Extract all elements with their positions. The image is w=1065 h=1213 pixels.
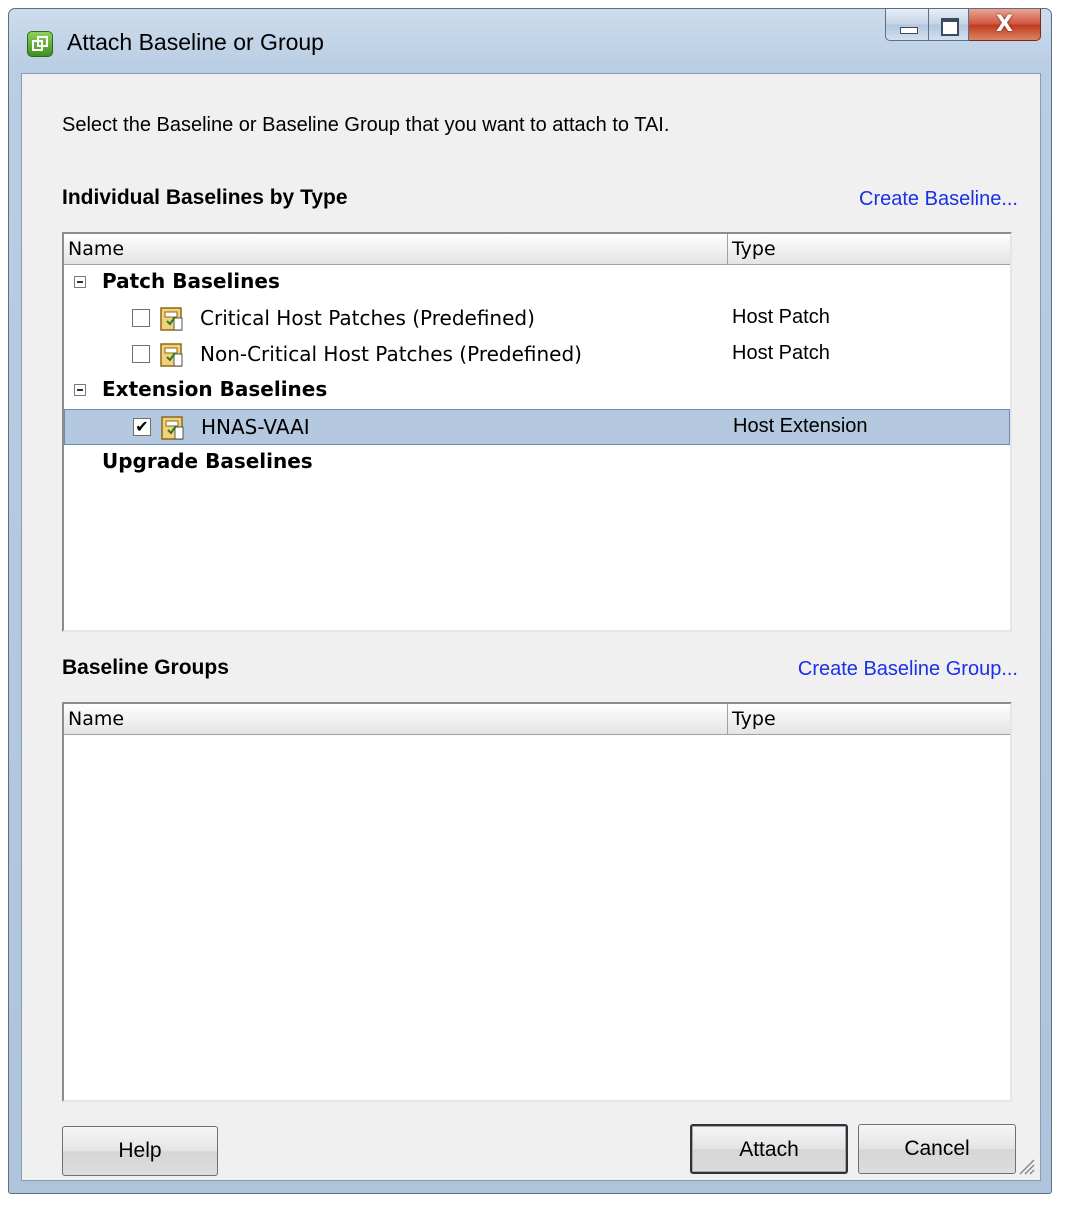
attach-button[interactable]: Attach [690,1124,848,1174]
caption-buttons: X [885,9,1041,43]
create-baseline-group-link[interactable]: Create Baseline Group... [798,658,1018,681]
baseline-type: Host Patch [732,306,830,328]
baseline-checkbox[interactable] [132,345,150,363]
group-label: Extension Baselines [102,377,328,401]
baseline-icon [160,343,183,367]
dialog-window: Attach Baseline or Group X Select the Ba… [8,8,1052,1194]
individual-baselines-list[interactable]: Name Type Patch Baselines Critical Host … [62,232,1012,632]
column-header-name[interactable]: Name [64,704,728,734]
collapse-toggle-icon[interactable] [74,276,86,288]
list-header: Name Type [64,704,1010,735]
close-button[interactable]: X [969,9,1041,41]
group-label: Patch Baselines [102,269,280,293]
list-header: Name Type [64,234,1010,265]
maximize-button[interactable] [929,9,969,41]
create-baseline-link[interactable]: Create Baseline... [859,188,1018,211]
help-button[interactable]: Help [62,1126,218,1176]
baseline-name: HNAS-VAAI [201,415,310,439]
window-title: Attach Baseline or Group [67,29,324,55]
column-header-type[interactable]: Type [728,234,1010,264]
baseline-checkbox-checked[interactable]: ✔ [133,418,151,436]
baseline-icon [161,416,184,440]
instruction-text: Select the Baseline or Baseline Group th… [62,114,670,136]
group-row-patch-baselines[interactable]: Patch Baselines [64,265,1010,301]
vsphere-app-icon [27,31,53,57]
cancel-button[interactable]: Cancel [858,1124,1016,1174]
maximize-icon [941,18,959,36]
baseline-row[interactable]: Non-Critical Host Patches (Predefined) H… [64,337,1010,373]
group-row-extension-baselines[interactable]: Extension Baselines [64,373,1010,409]
baseline-groups-heading: Baseline Groups [62,656,229,679]
minimize-icon [900,27,918,34]
column-header-type[interactable]: Type [728,704,1010,734]
minimize-button[interactable] [885,9,929,41]
close-icon: X [996,12,1013,37]
group-label: Upgrade Baselines [102,449,313,473]
baseline-icon [160,307,183,331]
individual-baselines-heading: Individual Baselines by Type [62,186,348,209]
baseline-checkbox[interactable] [132,309,150,327]
column-header-name[interactable]: Name [64,234,728,264]
baseline-type: Host Patch [732,342,830,364]
baseline-groups-list[interactable]: Name Type [62,702,1012,1102]
baseline-row-selected[interactable]: ✔ HNAS-VAAI Host Extension [64,409,1010,445]
baseline-name: Non-Critical Host Patches (Predefined) [200,342,582,366]
baseline-row[interactable]: Critical Host Patches (Predefined) Host … [64,301,1010,337]
collapse-toggle-icon[interactable] [74,384,86,396]
group-row-upgrade-baselines[interactable]: Upgrade Baselines [64,445,1010,481]
title-bar[interactable]: Attach Baseline or Group X [9,9,1051,73]
resize-grip-icon[interactable] [1014,1154,1036,1176]
dialog-content: Select the Baseline or Baseline Group th… [21,73,1041,1181]
baseline-type: Host Extension [733,415,868,437]
baseline-name: Critical Host Patches (Predefined) [200,306,535,330]
